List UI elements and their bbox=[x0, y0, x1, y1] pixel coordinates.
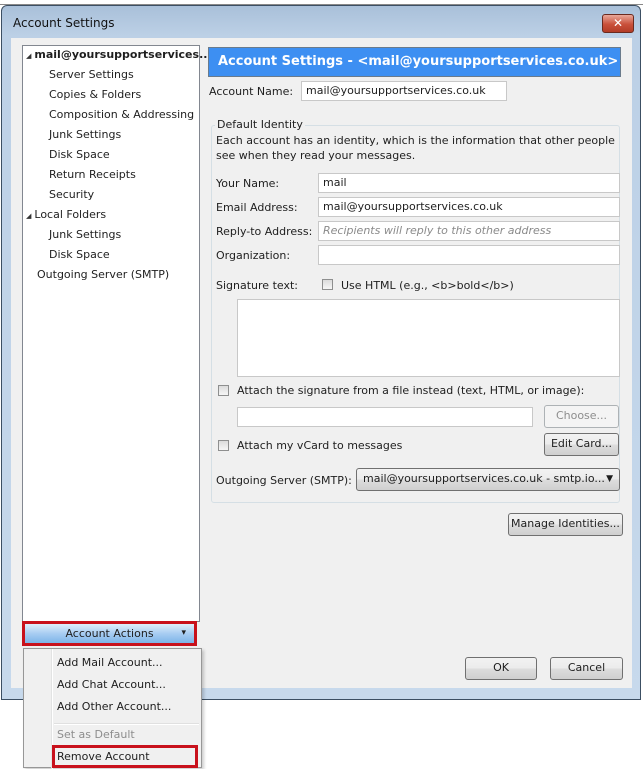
dropdown-arrow-icon: ▾ bbox=[181, 628, 186, 638]
attach-signature-label[interactable]: Attach the signature from a file instead… bbox=[237, 384, 584, 397]
use-html-label[interactable]: Use HTML (e.g., <b>bold</b>) bbox=[341, 279, 514, 292]
menu-item-add-other-account[interactable]: Add Other Account... bbox=[57, 700, 171, 713]
tree-item-security[interactable]: Security bbox=[49, 188, 94, 201]
tree-item-disk-space[interactable]: Disk Space bbox=[49, 148, 110, 161]
outgoing-server-select[interactable]: mail@yoursupportservices.co.uk - smtp.io… bbox=[356, 468, 620, 491]
signature-text-label: Signature text: bbox=[216, 279, 298, 292]
expand-triangle-icon[interactable]: ◢ bbox=[26, 52, 31, 60]
your-name-input[interactable]: mail bbox=[318, 173, 620, 193]
email-address-input[interactable]: mail@yoursupportservices.co.uk bbox=[318, 197, 620, 217]
attach-vcard-checkbox[interactable] bbox=[218, 440, 229, 451]
choose-file-button[interactable]: Choose... bbox=[544, 405, 619, 428]
account-name-label: Account Name: bbox=[209, 85, 294, 98]
tree-item-server-settings[interactable]: Server Settings bbox=[49, 68, 134, 81]
chevron-down-icon: ▼ bbox=[606, 474, 613, 484]
outgoing-server-label: Outgoing Server (SMTP): bbox=[216, 474, 352, 487]
menu-separator bbox=[54, 723, 199, 725]
menu-item-set-as-default: Set as Default bbox=[57, 728, 135, 741]
menu-item-add-mail-account[interactable]: Add Mail Account... bbox=[57, 656, 163, 669]
account-actions-button[interactable]: Account Actions ▾ bbox=[22, 621, 197, 646]
close-icon: ✕ bbox=[612, 16, 624, 30]
tree-item-junk-settings[interactable]: Junk Settings bbox=[49, 128, 121, 141]
signature-textarea[interactable] bbox=[237, 299, 620, 377]
signature-file-input[interactable] bbox=[237, 407, 533, 427]
your-name-label: Your Name: bbox=[216, 177, 280, 190]
menu-item-add-chat-account[interactable]: Add Chat Account... bbox=[57, 678, 166, 691]
account-name-input[interactable]: mail@yoursupportservices.co.uk bbox=[301, 81, 507, 101]
expand-triangle-icon[interactable]: ◢ bbox=[26, 212, 31, 220]
tree-item-local-disk-space[interactable]: Disk Space bbox=[49, 248, 110, 261]
page-title-banner: Account Settings - <mail@yoursupportserv… bbox=[208, 47, 621, 77]
reply-to-placeholder: Recipients will reply to this other addr… bbox=[323, 224, 552, 237]
dialog-client-area: ◢ mail@yoursupportservices... Server Sett… bbox=[11, 38, 632, 688]
reply-to-input[interactable]: Recipients will reply to this other addr… bbox=[318, 221, 620, 241]
edit-card-button[interactable]: Edit Card... bbox=[544, 433, 619, 456]
remove-account-highlight bbox=[52, 745, 198, 768]
use-html-checkbox[interactable] bbox=[322, 279, 333, 290]
organization-label: Organization: bbox=[216, 249, 291, 262]
cancel-button[interactable]: Cancel bbox=[550, 657, 623, 680]
account-settings-window: Account Settings ✕ ◢ mail@yoursupportserv… bbox=[1, 5, 641, 700]
tree-item-local-junk-settings[interactable]: Junk Settings bbox=[49, 228, 121, 241]
tree-item-outgoing-server[interactable]: Outgoing Server (SMTP) bbox=[37, 268, 169, 281]
manage-identities-button[interactable]: Manage Identities... bbox=[508, 513, 623, 536]
default-identity-title: Default Identity bbox=[215, 118, 305, 131]
reply-to-label: Reply-to Address: bbox=[216, 225, 313, 238]
tree-item-local-folders[interactable]: ◢ Local Folders bbox=[26, 208, 106, 221]
ok-button[interactable]: OK bbox=[465, 657, 537, 680]
tree-item-composition-addressing[interactable]: Composition & Addressing bbox=[49, 108, 194, 121]
close-button[interactable]: ✕ bbox=[602, 14, 634, 33]
attach-vcard-label[interactable]: Attach my vCard to messages bbox=[237, 439, 402, 452]
tree-item-mail-account[interactable]: ◢ mail@yoursupportservices... bbox=[26, 48, 212, 61]
window-title: Account Settings bbox=[13, 16, 115, 30]
email-address-label: Email Address: bbox=[216, 201, 298, 214]
attach-signature-checkbox[interactable] bbox=[218, 385, 229, 396]
identity-description: Each account has an identity, which is t… bbox=[216, 134, 615, 162]
tree-item-copies-folders[interactable]: Copies & Folders bbox=[49, 88, 141, 101]
organization-input[interactable] bbox=[318, 245, 620, 265]
account-tree[interactable]: ◢ mail@yoursupportservices... Server Sett… bbox=[22, 45, 212, 622]
tree-item-return-receipts[interactable]: Return Receipts bbox=[49, 168, 136, 181]
